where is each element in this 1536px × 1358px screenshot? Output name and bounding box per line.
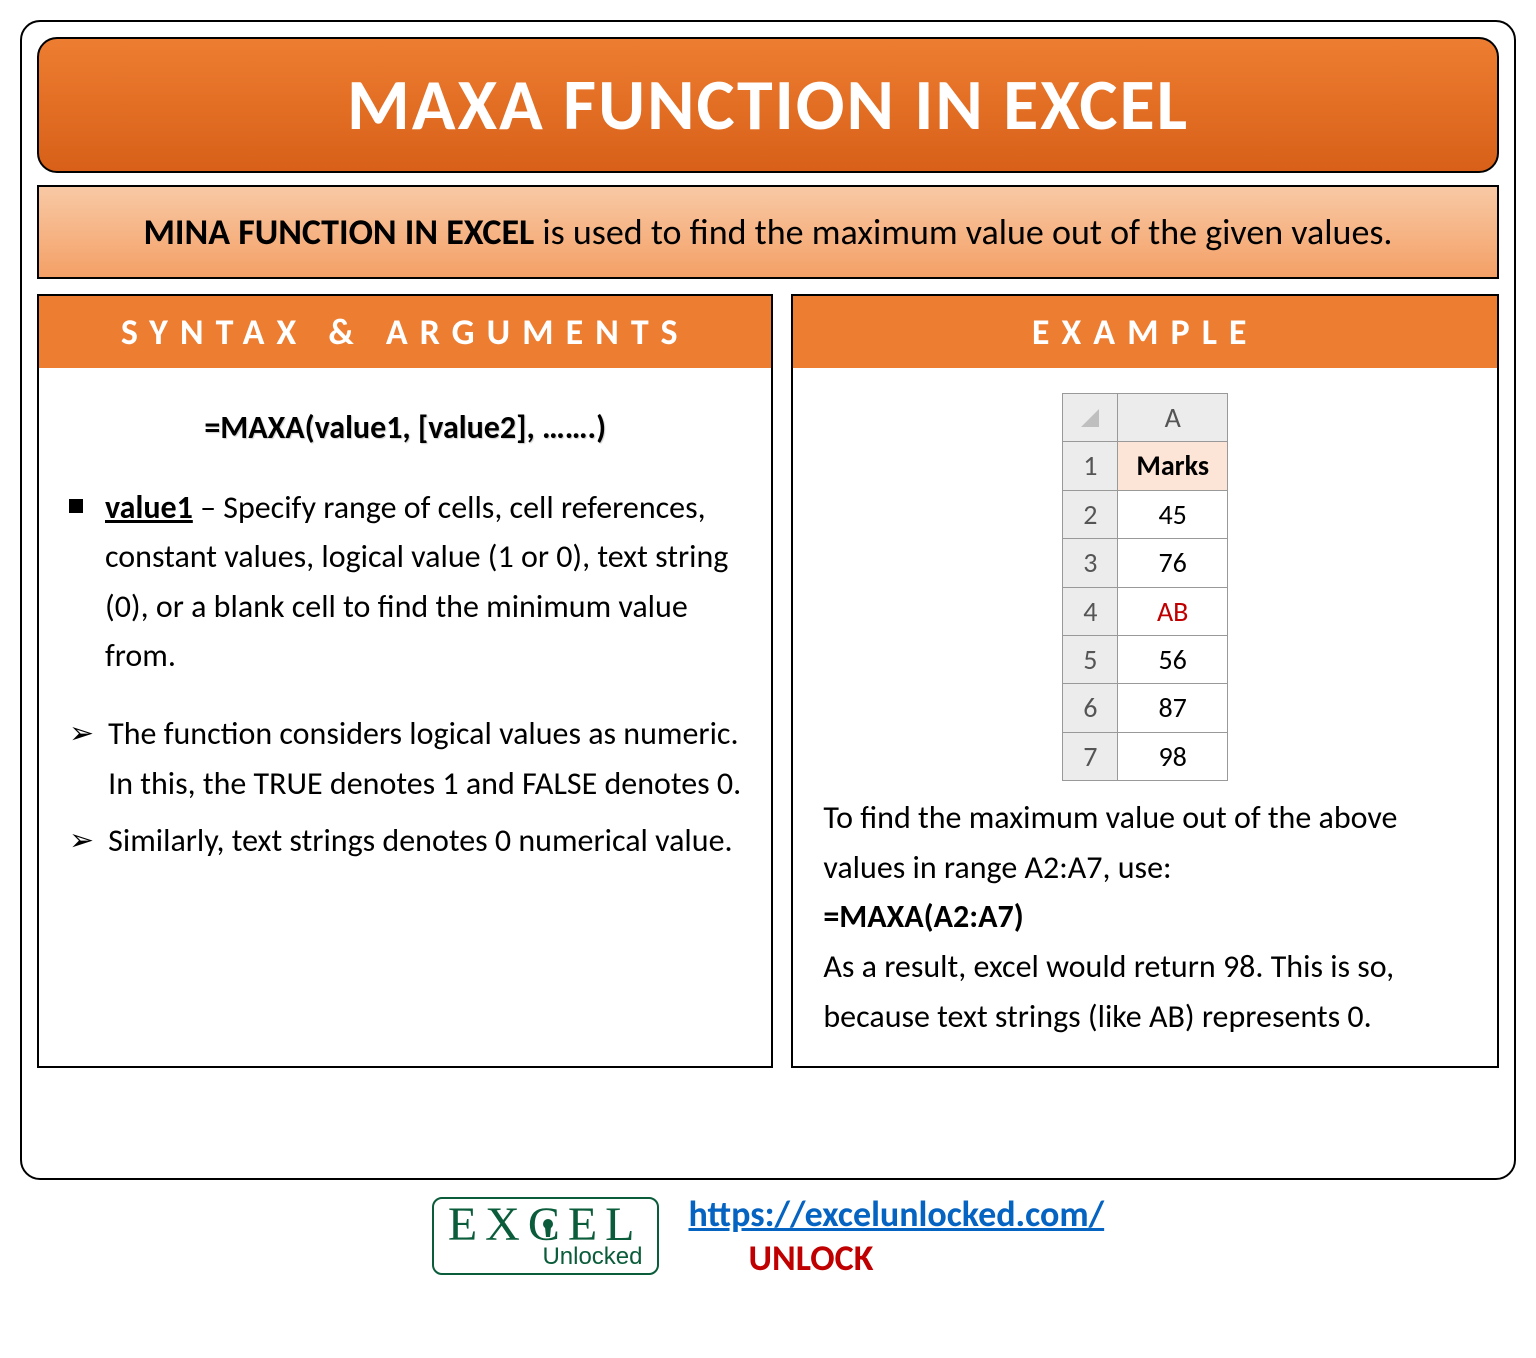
footer-url[interactable]: https://excelunlocked.com/ [689,1192,1105,1236]
value1-label: value1 [105,488,193,527]
document-frame: MAXA FUNCTION IN EXCEL MINA FUNCTION IN … [20,20,1516,1180]
page-title: MAXA FUNCTION IN EXCEL [49,61,1487,149]
footer-unlock: UNLOCK [749,1236,874,1280]
excel-table: A 1Marks 245 376 4AB 556 687 798 [1062,393,1228,781]
example-body: A 1Marks 245 376 4AB 556 687 798 To find… [793,368,1497,1066]
note1-text: The function considers logical values as… [108,709,741,808]
syntax-body: =MAXA(value1, [value2], …….) value1 – Sp… [39,368,771,1066]
cell-A4: AB [1118,587,1228,635]
col-letter-A: A [1118,394,1228,442]
bullet-value1: value1 – Specify range of cells, cell re… [69,483,741,681]
keyhole-icon [540,1217,556,1239]
example-text1: To find the maximum value out of the abo… [823,798,1397,887]
value1-desc: value1 – Specify range of cells, cell re… [105,483,741,681]
footer: EXC EL Unlocked https://excelunlocked.co… [20,1192,1516,1280]
cell-A5: 56 [1118,635,1228,683]
row-num: 3 [1063,539,1118,587]
syntax-formula: =MAXA(value1, [value2], …….) [69,403,741,453]
select-all-cell [1063,394,1118,442]
example-header: EXAMPLE [793,296,1497,368]
arrow-bullet-icon: ➢ [69,818,94,866]
value1-text: – Specify range of cells, cell reference… [105,488,728,676]
cell-A1: Marks [1118,442,1228,490]
cell-A6: 87 [1118,684,1228,732]
cell-A3: 76 [1118,539,1228,587]
example-panel: EXAMPLE A 1Marks 245 376 4AB 556 687 798 [791,294,1499,1068]
square-bullet-icon [69,499,83,513]
logo-top: EXC EL [448,1203,643,1246]
bullet-note2: ➢ Similarly, text strings denotes 0 nume… [69,816,741,866]
syntax-header: SYNTAX & ARGUMENTS [39,296,771,368]
row-num: 6 [1063,684,1118,732]
note2-text: Similarly, text strings denotes 0 numeri… [108,816,732,866]
row-num: 7 [1063,732,1118,780]
title-bar: MAXA FUNCTION IN EXCEL [37,37,1499,173]
triangle-icon [1081,409,1099,427]
syntax-panel: SYNTAX & ARGUMENTS =MAXA(value1, [value2… [37,294,773,1068]
bullet-note1: ➢ The function considers logical values … [69,709,741,808]
cell-A7: 98 [1118,732,1228,780]
row-num: 4 [1063,587,1118,635]
example-formula: =MAXA(A2:A7) [823,897,1023,936]
description-bold: MINA FUNCTION IN EXCEL [143,210,534,254]
footer-links: https://excelunlocked.com/ UNLOCK [689,1192,1105,1280]
cell-A2: 45 [1118,490,1228,538]
row-num: 1 [1063,442,1118,490]
row-num: 5 [1063,635,1118,683]
row-num: 2 [1063,490,1118,538]
description-text: is used to find the maximum value out of… [534,210,1392,254]
example-text: To find the maximum value out of the abo… [823,793,1467,1041]
description-bar: MINA FUNCTION IN EXCEL is used to find t… [37,185,1499,279]
columns: SYNTAX & ARGUMENTS =MAXA(value1, [value2… [37,294,1499,1068]
logo: EXC EL Unlocked [432,1197,659,1274]
arrow-bullet-icon: ➢ [69,711,94,808]
example-text2: As a result, excel would return 98. This… [823,947,1394,1036]
